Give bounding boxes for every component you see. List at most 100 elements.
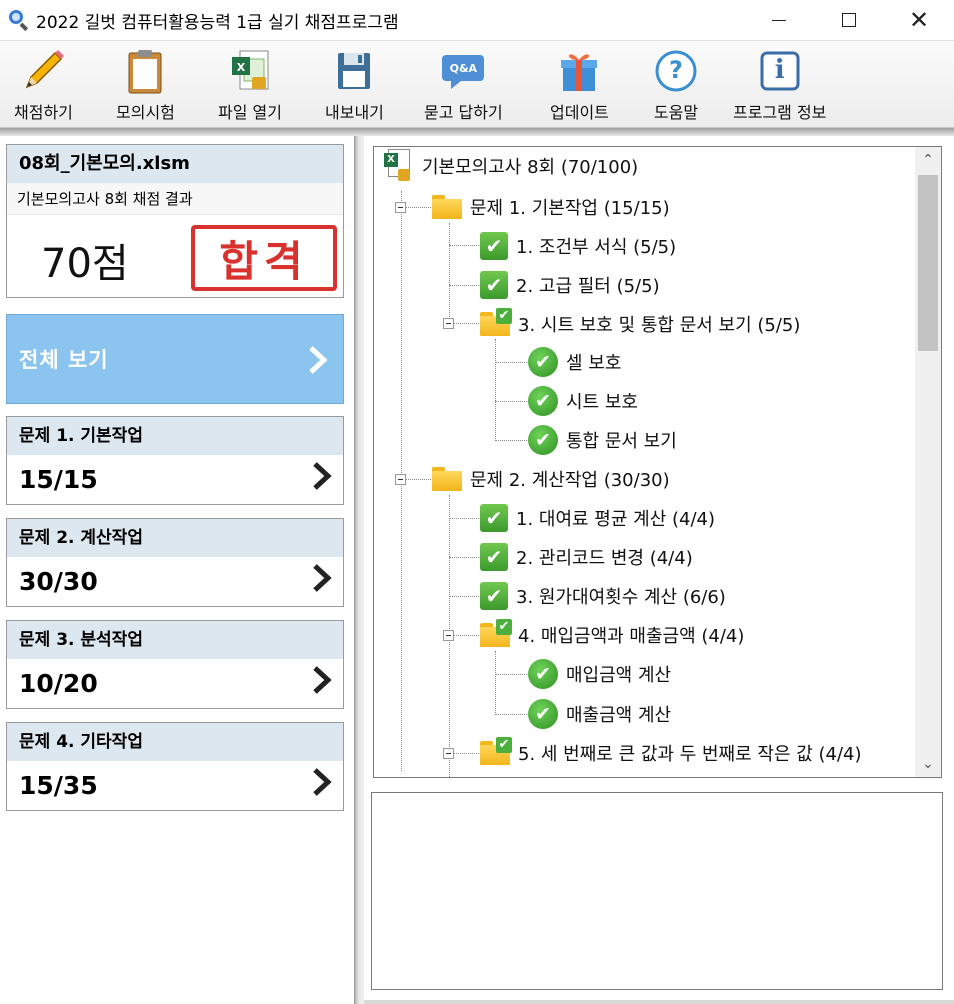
tree-line <box>449 245 479 246</box>
check-square-icon: ✔ <box>480 504 508 532</box>
svg-text:X: X <box>237 61 246 74</box>
folder-check-icon: ✔ <box>480 619 512 647</box>
panel-splitter[interactable] <box>354 136 364 1004</box>
help-button[interactable]: ? 도움말 <box>652 47 700 125</box>
tree-root[interactable]: X 기본모의고사 8회 (70/100) <box>384 149 638 183</box>
result-file-name: 08회_기본모의.xlsm <box>7 145 343 183</box>
title-bar: 2022 길벗 컴퓨터활용능력 1급 실기 채점프로그램 ✕ <box>0 0 954 40</box>
tree-scrollbar[interactable]: ⌃ ⌄ <box>915 147 941 777</box>
scroll-down-icon[interactable]: ⌄ <box>915 751 941 777</box>
tree-item[interactable]: ✔ 2. 관리코드 변경 (4/4) <box>480 542 693 572</box>
scroll-up-icon[interactable]: ⌃ <box>915 147 941 173</box>
export-button[interactable]: 내보내기 <box>325 47 384 125</box>
section-score: 30/30 <box>19 567 98 596</box>
tree-item[interactable]: ✔ 1. 대여료 평균 계산 (4/4) <box>480 503 715 533</box>
chevron-right-icon <box>313 462 332 490</box>
tree-line <box>449 285 479 286</box>
excel-file-icon: X <box>226 47 274 95</box>
program-info-button[interactable]: i 프로그램 정보 <box>733 47 826 125</box>
result-card: 08회_기본모의.xlsm 기본모의고사 8회 채점 결과 70점 합격 <box>6 144 344 298</box>
collapse-toggle[interactable] <box>443 630 454 641</box>
check-square-icon: ✔ <box>480 232 508 260</box>
window-controls: ✕ <box>744 0 954 40</box>
tree-line <box>449 518 479 519</box>
tree-item[interactable]: ✔ 3. 원가대여횟수 계산 (6/6) <box>480 581 726 611</box>
collapse-toggle[interactable] <box>443 748 454 759</box>
qa-badge-text: Q&A <box>449 62 478 75</box>
collapse-toggle[interactable] <box>395 474 406 485</box>
result-tree-view: X 기본모의고사 8회 (70/100) 문제 1. 기본작업 (15/15) … <box>373 146 942 778</box>
tree-item[interactable]: ✔ 시트 보호 <box>528 386 638 416</box>
pencil-icon <box>19 47 67 95</box>
maximize-icon <box>842 13 856 27</box>
clipboard-icon <box>121 47 169 95</box>
check-circle-icon: ✔ <box>528 659 558 689</box>
tree-line <box>495 401 527 402</box>
help-glyph: ? <box>669 56 683 84</box>
view-all-button[interactable]: 전체 보기 <box>6 314 344 404</box>
tree-item[interactable]: ✔ 5. 세 번째로 큰 값과 두 번째로 작은 값 (4/4) <box>480 737 862 768</box>
qa-button[interactable]: Q&A 묻고 답하기 <box>424 47 503 125</box>
tree-line <box>495 714 527 715</box>
tree-item[interactable]: ✔ 매입금액 계산 <box>528 659 671 689</box>
mock-exam-button[interactable]: 모의시험 <box>116 47 175 125</box>
folder-check-icon: ✔ <box>480 308 512 336</box>
check-circle-icon: ✔ <box>528 699 558 729</box>
tree-line <box>495 362 527 363</box>
folder-check-icon: ✔ <box>480 737 512 765</box>
check-circle-icon: ✔ <box>528 347 558 377</box>
section-score: 15/35 <box>19 771 98 800</box>
status-strip <box>364 1000 954 1004</box>
tree-item[interactable]: 문제 2. 계산작업 (30/30) <box>432 464 670 494</box>
section-card-2[interactable]: 문제 2. 계산작업 30/30 <box>6 518 344 607</box>
pass-stamp-text: 합격 <box>219 236 309 286</box>
check-square-icon: ✔ <box>480 543 508 571</box>
check-square-icon: ✔ <box>480 582 508 610</box>
tree-line <box>449 223 450 323</box>
toolbar: 채점하기 모의시험 X 파일 열기 내보내기 Q&A 묻고 답하기 업데이트 ?… <box>0 40 954 128</box>
collapse-toggle[interactable] <box>395 202 406 213</box>
tree-item[interactable]: ✔ 매출금액 계산 <box>528 699 671 729</box>
section-title: 문제 3. 분석작업 <box>7 621 343 659</box>
tree-line <box>495 651 496 715</box>
tree-item[interactable]: ✔ 4. 매입금액과 매출금액 (4/4) <box>480 619 744 650</box>
maximize-button[interactable] <box>814 0 884 40</box>
chevron-right-icon <box>313 768 332 796</box>
help-icon: ? <box>652 47 700 95</box>
minimize-button[interactable] <box>744 0 814 40</box>
chevron-right-icon <box>313 666 332 694</box>
tree-item[interactable]: 문제 1. 기본작업 (15/15) <box>432 192 670 222</box>
section-card-4[interactable]: 문제 4. 기타작업 15/35 <box>6 722 344 811</box>
grade-button[interactable]: 채점하기 <box>14 47 73 125</box>
close-icon: ✕ <box>908 6 930 34</box>
window-title: 2022 길벗 컴퓨터활용능력 1급 실기 채점프로그램 <box>36 12 399 33</box>
section-card-3[interactable]: 문제 3. 분석작업 10/20 <box>6 620 344 709</box>
toolbar-shadow <box>0 128 954 136</box>
tree-line <box>495 674 527 675</box>
tree-item[interactable]: ✔ 1. 조건부 서식 (5/5) <box>480 231 676 261</box>
check-square-icon: ✔ <box>480 271 508 299</box>
section-card-1[interactable]: 문제 1. 기본작업 15/15 <box>6 416 344 505</box>
magnifier-app-icon <box>8 9 30 32</box>
gift-box-icon <box>555 47 603 95</box>
tree-item[interactable]: ✔ 통합 문서 보기 <box>528 425 677 455</box>
pass-stamp: 합격 <box>191 225 337 291</box>
update-button[interactable]: 업데이트 <box>550 47 609 125</box>
folder-icon <box>432 195 462 219</box>
tree-item[interactable]: ✔ 셀 보호 <box>528 347 621 377</box>
excel-lock-icon: X <box>384 149 414 183</box>
tree-line <box>495 339 496 441</box>
qa-bubble-icon: Q&A <box>439 47 487 95</box>
section-title: 문제 2. 계산작업 <box>7 519 343 557</box>
info-icon: i <box>756 47 804 95</box>
section-title: 문제 4. 기타작업 <box>7 723 343 761</box>
collapse-toggle[interactable] <box>443 318 454 329</box>
close-button[interactable]: ✕ <box>884 0 954 40</box>
tree-item[interactable]: ✔ 3. 시트 보호 및 통합 문서 보기 (5/5) <box>480 308 800 339</box>
chevron-right-icon <box>313 564 332 592</box>
open-file-button[interactable]: X 파일 열기 <box>218 47 282 125</box>
chevron-right-icon <box>309 346 328 374</box>
scrollbar-thumb[interactable] <box>918 175 938 351</box>
info-glyph: i <box>774 55 785 85</box>
tree-item[interactable]: ✔ 2. 고급 필터 (5/5) <box>480 270 660 300</box>
